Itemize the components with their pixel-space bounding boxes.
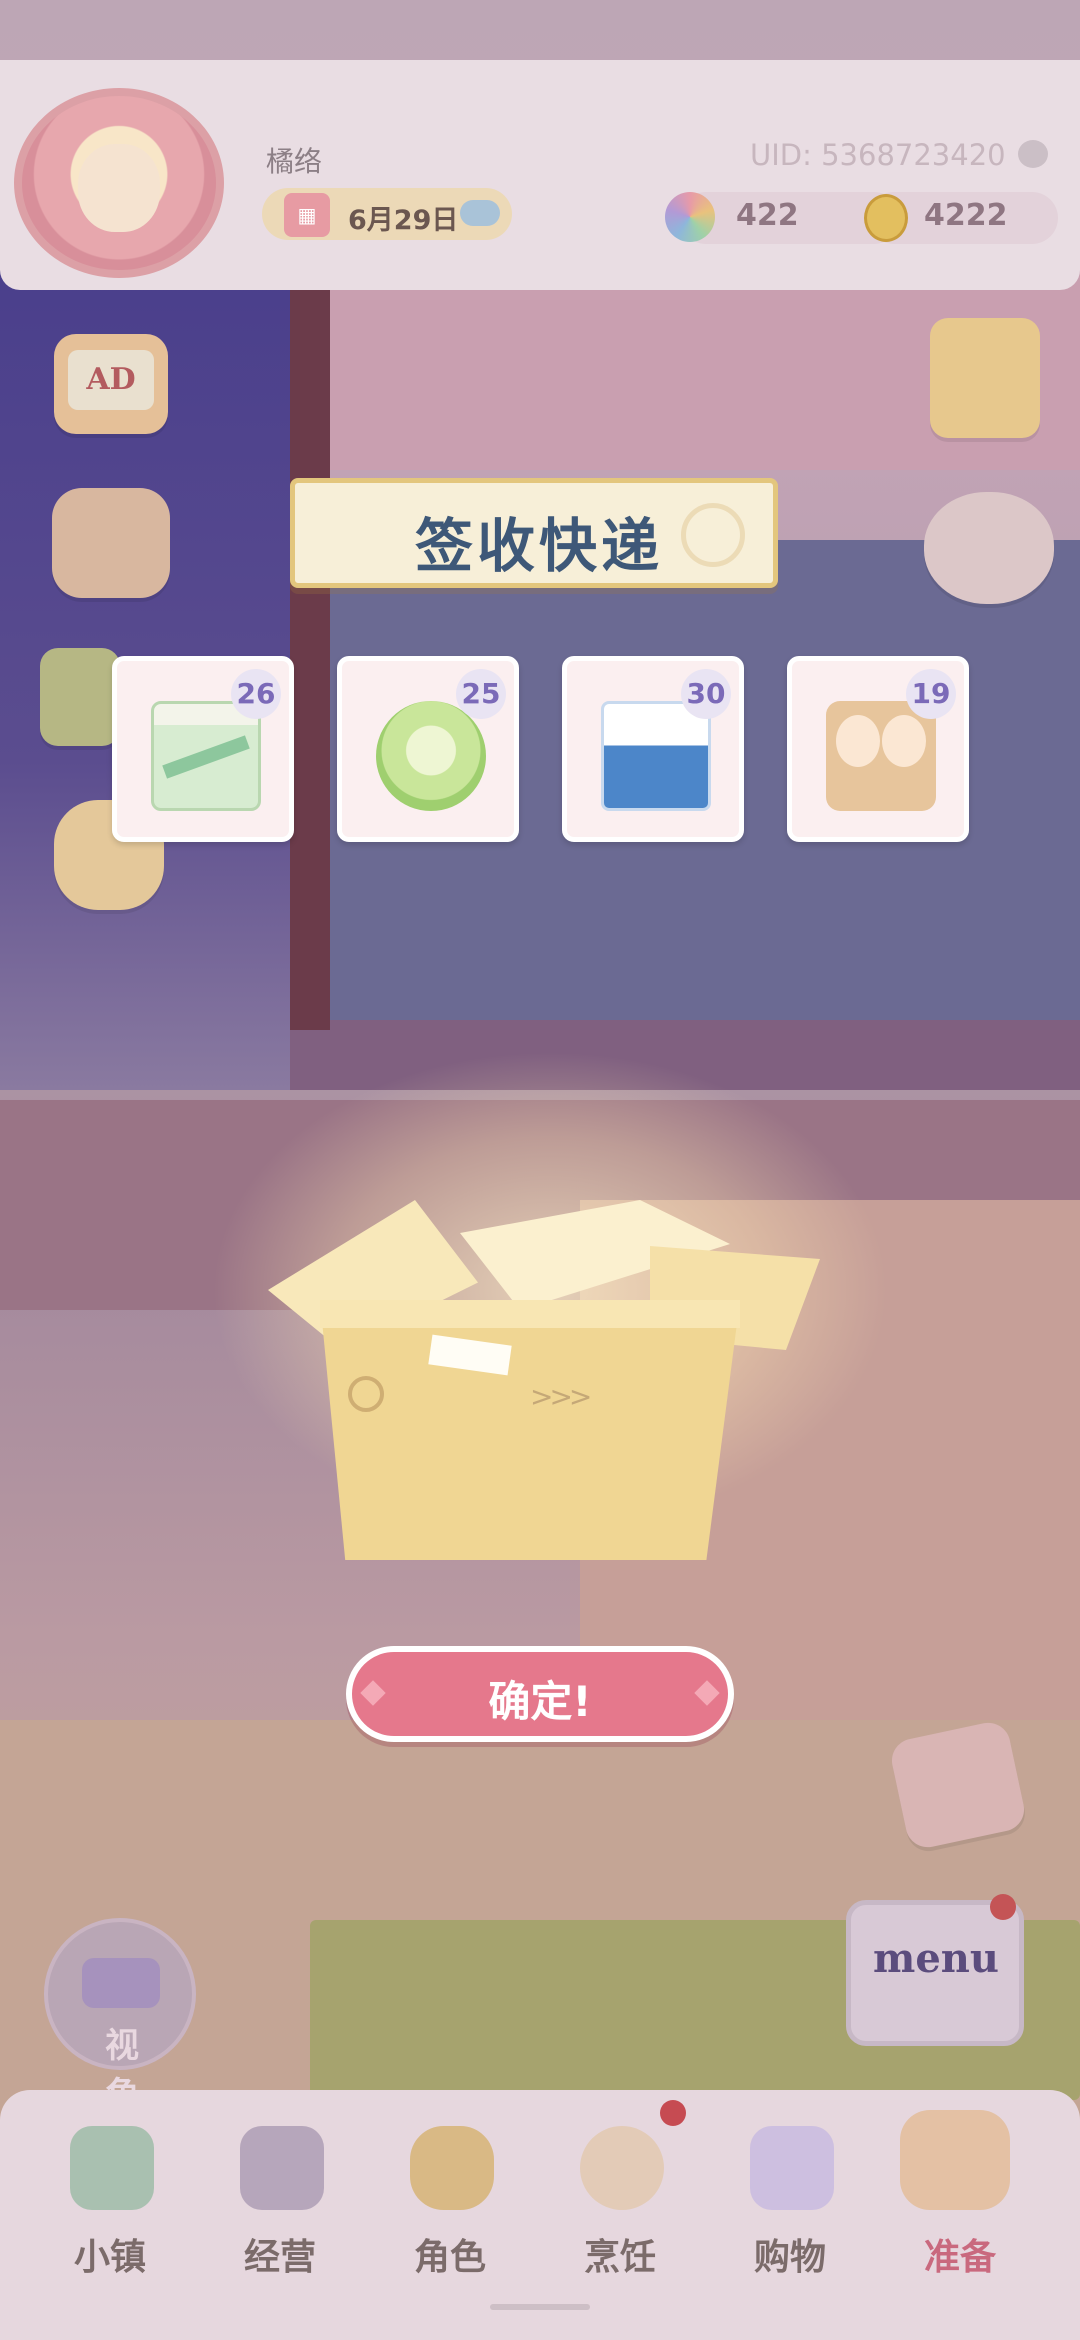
eggs-carton-icon	[826, 701, 936, 811]
delivery-box	[320, 1300, 740, 1560]
map-icon	[70, 2126, 154, 2210]
character-event-button[interactable]	[52, 488, 170, 598]
nav-label: 经营	[243, 2237, 316, 2278]
nav-label: 购物	[753, 2237, 826, 2278]
item-count: 19	[906, 669, 956, 719]
nav-shopping[interactable]: 购物	[710, 2090, 870, 2300]
task-clipboard-button[interactable]	[930, 318, 1040, 438]
item-count: 26	[231, 669, 281, 719]
item-count: 30	[681, 669, 731, 719]
shopping-bag-icon	[750, 2126, 834, 2210]
nav-prepare[interactable]: 准备	[880, 2090, 1040, 2300]
current-date: 6月29日	[348, 205, 459, 236]
video-camera-icon	[82, 1958, 160, 2008]
menu-book-button[interactable]: menu	[846, 1900, 1024, 2046]
delivery-title-banner: 签收快递	[290, 478, 778, 588]
nav-business[interactable]: 经营	[200, 2090, 360, 2300]
cabbage-icon	[376, 701, 486, 811]
delivery-title: 签收快递	[414, 512, 663, 580]
character-icon	[410, 2126, 494, 2210]
menu-notification-dot	[990, 1894, 1016, 1920]
item-count: 25	[456, 669, 506, 719]
nav-character[interactable]: 角色	[370, 2090, 530, 2300]
flour-stripe	[162, 735, 250, 779]
camera-view-button[interactable]: 视角	[44, 1918, 196, 2115]
bottom-navigation: 小镇 经营 角色 烹饪 购物 准备	[0, 2090, 1080, 2340]
confirm-label: 确定!	[488, 1677, 592, 1726]
weather-cloud-icon	[460, 200, 500, 226]
milk-carton-icon	[601, 701, 711, 811]
cooking-icon	[580, 2126, 664, 2210]
ad-tv-button[interactable]: AD	[54, 334, 168, 434]
copy-uid-icon[interactable]	[1018, 140, 1048, 168]
nav-label: 角色	[413, 2237, 486, 2278]
menu-label: menu	[873, 1935, 999, 1982]
item-card-cabbage[interactable]: 25	[337, 656, 519, 842]
gem-amount: 422	[736, 198, 799, 233]
home-indicator	[490, 2304, 590, 2310]
cooking-notification-dot	[660, 2100, 686, 2126]
coin-amount: 4222	[924, 198, 1008, 233]
flour-bag-icon	[151, 701, 261, 811]
player-name: 橘络	[266, 145, 323, 178]
player-avatar[interactable]	[14, 88, 224, 278]
item-card-milk[interactable]: 30	[562, 656, 744, 842]
ad-label: AD	[68, 350, 154, 410]
egg	[836, 715, 880, 767]
nav-town[interactable]: 小镇	[30, 2090, 190, 2300]
shop-locked-icon	[240, 2126, 324, 2210]
pillar	[290, 270, 330, 1030]
green-event-button[interactable]	[40, 648, 120, 746]
snail-logo-icon	[348, 1376, 384, 1412]
nav-cooking[interactable]: 烹饪	[540, 2090, 700, 2300]
cat-chat-button[interactable]	[924, 492, 1054, 604]
nav-label: 准备	[923, 2237, 996, 2278]
nav-label: 烹饪	[583, 2237, 656, 2278]
gold-coin-icon	[864, 194, 908, 242]
calendar-icon: ▦	[284, 193, 330, 237]
egg	[882, 715, 926, 767]
box-rim	[320, 1300, 740, 1328]
nav-label: 小镇	[73, 2237, 146, 2278]
basket-icon	[900, 2110, 1010, 2210]
player-uid: UID: 5368723420	[750, 138, 1006, 172]
confirm-button[interactable]: 确定!	[346, 1646, 734, 1742]
arrows-icon: >>>	[530, 1380, 592, 1413]
avatar-face	[78, 144, 160, 232]
item-card-eggs[interactable]: 19	[787, 656, 969, 842]
item-card-flour[interactable]: 26	[112, 656, 294, 842]
rainbow-gem-icon	[665, 192, 715, 242]
